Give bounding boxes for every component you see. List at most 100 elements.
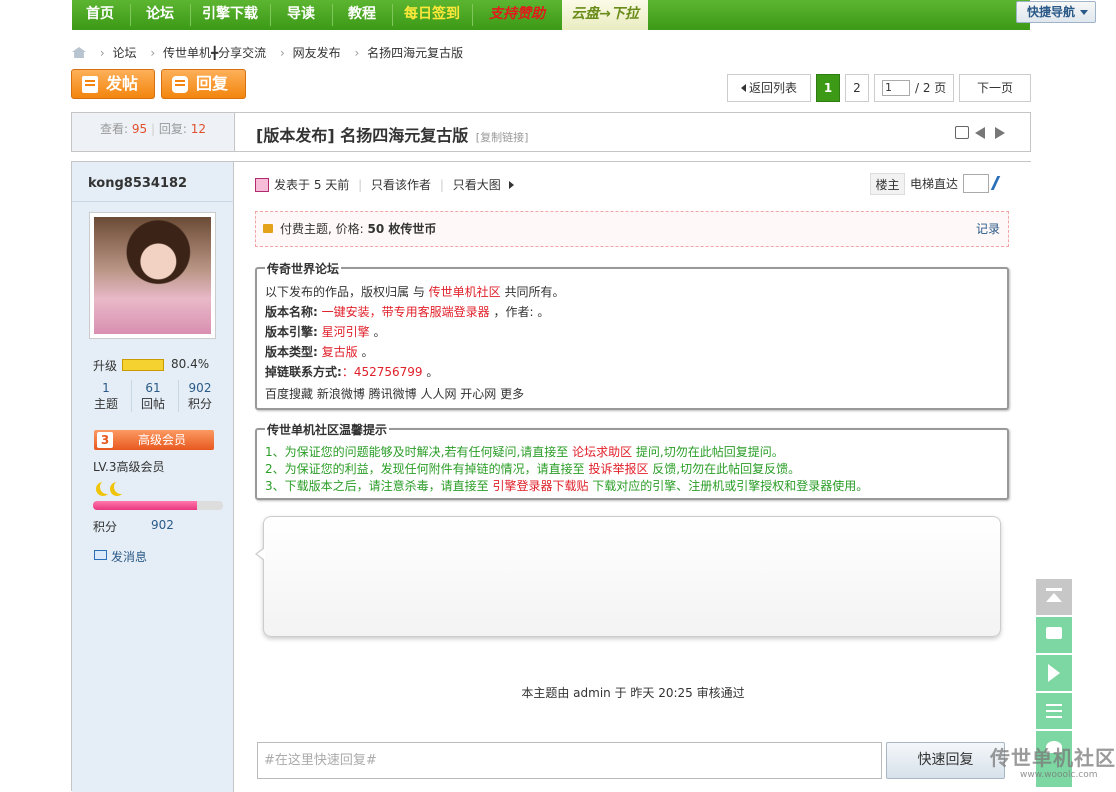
back-to-list-label: 返回列表 [748, 81, 797, 95]
community-link[interactable]: 传世单机社区 [429, 285, 501, 299]
online-status-icon [255, 178, 269, 192]
stat-threads[interactable]: 1 主题 [82, 380, 130, 412]
thread-header: 查看: 95 | 回复: 12 [版本发布] 名扬四海元复古版 [复制链接] [71, 112, 1031, 152]
page-total: / 2 页 [915, 81, 947, 95]
back-to-top-icon[interactable] [1036, 579, 1072, 615]
avatar[interactable] [89, 212, 216, 339]
tips-box: 传世单机社区温馨提示 1、为保证您的问题能够及时解决,若有任何疑问,请直接至 论… [255, 421, 1009, 500]
thread-title-text: [版本发布] 名扬四海元复古版 [256, 126, 469, 145]
rank-title: 高级会员 [138, 433, 187, 447]
tip-1-text-end: 提问,切勿在此帖回复提问。 [632, 445, 784, 459]
paid-record-link[interactable]: 记录 [976, 212, 1000, 246]
copyright-line: 以下发布的作品，版权归属 与 传世单机社区 共同所有。 [265, 283, 564, 301]
nav-home[interactable]: 首页 [72, 0, 128, 30]
page-jump-input[interactable]: 1 [882, 80, 910, 96]
level-progress-bar [93, 501, 223, 510]
report-area-link[interactable]: 投诉举报区 [588, 462, 648, 476]
breadcrumb-share[interactable]: 传世单机╋分享交流 [163, 46, 266, 60]
breadcrumb: › 论坛 › 传世单机╋分享交流 › 网友发布 › 名扬四海元复古版 [72, 44, 467, 62]
breadcrumb-thread[interactable]: 名扬四海元复古版 [367, 46, 463, 60]
page-2-link[interactable]: 2 [845, 74, 869, 102]
breadcrumb-user-release[interactable]: 网友发布 [293, 46, 341, 60]
share-links[interactable]: 百度搜藏 新浪微博 腾讯微博 人人网 开心网 更多 [265, 385, 524, 403]
nav-separator [392, 4, 393, 26]
chevron-right-icon [508, 181, 514, 189]
bubble-tail [255, 547, 265, 561]
lock-icon [263, 224, 273, 233]
hidden-content-bubble [255, 516, 1001, 637]
nav-support[interactable]: 支持赞助 [474, 0, 560, 30]
home-icon[interactable] [72, 47, 86, 58]
tip-1: 1、为保证您的问题能够及时解决,若有任何疑问,请直接至 论坛求助区 提问,切勿在… [265, 443, 784, 461]
nav-forum[interactable]: 论坛 [132, 0, 188, 30]
go-icon[interactable] [990, 176, 1012, 190]
stat-replies-label: 回帖 [140, 397, 165, 411]
views-label: 查看: [100, 122, 129, 136]
big-image-link[interactable]: 只看大图 [453, 178, 501, 192]
quick-reply-button[interactable]: 快速回复 [886, 742, 1005, 779]
arrow-right-icon[interactable] [995, 127, 1005, 139]
quick-reply-input[interactable]: #在这里快速回复# [257, 742, 882, 779]
list-icon[interactable] [1036, 693, 1072, 729]
nav-separator [472, 4, 473, 26]
tip-2-text-end: 反馈,切勿在此帖回复反馈。 [648, 462, 801, 476]
floor-label: 楼主 [870, 173, 905, 195]
points-value: 902 [151, 518, 174, 532]
contact-value: ：452756799 [341, 365, 423, 379]
nav-daily-signin[interactable]: 每日签到 [394, 0, 470, 30]
divider [72, 201, 234, 202]
next-page-button[interactable]: 下一页 [959, 74, 1031, 102]
print-icon[interactable] [955, 126, 969, 139]
engine-line: 版本引擎: 星河引擎 。 [265, 323, 385, 341]
download-thread-link[interactable]: 引擎登录器下载贴 [492, 479, 588, 493]
copy-link[interactable]: [复制链接] [476, 131, 529, 144]
nav-separator [332, 4, 333, 26]
tips-legend: 传世单机社区温馨提示 [265, 421, 390, 438]
level-progress-fill [93, 501, 197, 510]
engine-label: 版本引擎: [265, 325, 318, 339]
paid-price: 50 枚传世币 [367, 222, 437, 236]
elevator-label: 电梯直达 [910, 177, 959, 191]
only-author-link[interactable]: 只看该作者 [371, 178, 431, 192]
nav-tutorial[interactable]: 教程 [334, 0, 390, 30]
version-name-label: 版本名称: [265, 305, 318, 319]
engine-end: 。 [369, 325, 386, 339]
stat-points-label: 积分 [187, 397, 212, 411]
send-message-link[interactable]: 发消息 [94, 548, 147, 565]
next-thread-icon[interactable] [1036, 655, 1072, 691]
upgrade-progress-fill [123, 360, 156, 370]
nav-guide[interactable]: 导读 [272, 0, 330, 30]
copyright-text: 以下发布的作品，版权归属 与 [265, 285, 429, 299]
version-name-line: 版本名称: 一键安装，带专用客服端登录器 ，作者: 。 [265, 303, 549, 321]
new-post-button[interactable]: 发帖 [71, 69, 155, 99]
help-area-link[interactable]: 论坛求助区 [572, 445, 632, 459]
arrow-left-icon[interactable] [975, 127, 985, 139]
post: kong8534182 升级 80.4% 1 主题 61 回帖 902 积分 3… [71, 161, 1031, 792]
posted-time: 发表于 5 天前 [274, 178, 350, 192]
stat-replies-value: 61 [145, 381, 161, 395]
nav-engine-download[interactable]: 引擎下载 [192, 0, 268, 30]
breadcrumb-separator: › [280, 46, 285, 60]
back-to-list-button[interactable]: 返回列表 [727, 74, 811, 102]
quick-reply-icon[interactable] [1036, 617, 1072, 653]
breadcrumb-separator: › [99, 46, 105, 60]
stat-threads-value: 1 [102, 381, 110, 395]
stat-points[interactable]: 902 积分 [176, 380, 224, 412]
reply-button[interactable]: 回复 [161, 69, 246, 99]
type-end: 。 [357, 345, 374, 359]
audit-note: 本主题由 admin 于 昨天 20:25 审核通过 [521, 686, 745, 700]
stat-replies[interactable]: 61 回帖 [129, 380, 177, 412]
points-label: 积分 [93, 520, 118, 534]
version-author: ，作者: 。 [489, 305, 550, 319]
replies-count: 12 [190, 122, 206, 136]
page-current[interactable]: 1 [816, 74, 840, 102]
envelope-icon [94, 550, 107, 560]
quick-nav-button[interactable]: 快捷导航 [1016, 1, 1096, 23]
elevator-input[interactable] [963, 174, 989, 193]
breadcrumb-forum[interactable]: 论坛 [112, 46, 136, 60]
breadcrumb-separator: › [150, 46, 156, 60]
breadcrumb-separator: › [354, 46, 360, 60]
tip-3-text-end: 下载对应的引擎、注册机或引擎授权和登录器使用。 [588, 479, 869, 493]
author-name[interactable]: kong8534182 [88, 176, 187, 191]
nav-cloud[interactable]: 云盘→下拉 [562, 0, 648, 30]
